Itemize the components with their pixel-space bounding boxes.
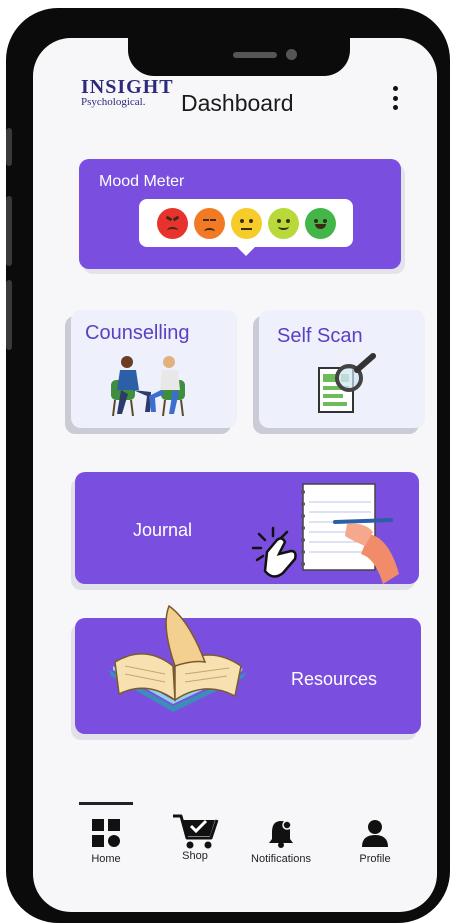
resources-card[interactable]: Resources: [75, 604, 421, 734]
neutral-face-icon[interactable]: [230, 207, 262, 239]
home-grid-icon: [92, 819, 120, 847]
volume-up-button: [6, 196, 12, 266]
phone-frame: INSIGHT Psychological. Dashboard Mood Me…: [6, 8, 450, 923]
nav-notifications-label: Notifications: [251, 853, 311, 865]
journal-writing-illustration: [251, 483, 399, 584]
content-face-icon[interactable]: [267, 207, 299, 239]
nav-shop-label: Shop: [182, 850, 208, 862]
resources-label: Resources: [291, 669, 378, 689]
speaker: [233, 52, 277, 58]
nav-notifications[interactable]: Notifications: [241, 818, 321, 865]
more-vertical-icon[interactable]: [389, 86, 401, 110]
counselling-illustration: [111, 356, 185, 417]
nav-profile-label: Profile: [359, 853, 391, 865]
counselling-label: Counselling: [85, 322, 190, 344]
annoyed-face-icon[interactable]: [193, 207, 225, 239]
journal-label: Journal: [133, 520, 193, 540]
angry-face-icon[interactable]: [156, 207, 188, 239]
nav-home-label: Home: [91, 853, 121, 865]
mute-switch: [6, 128, 12, 166]
volume-down-button: [6, 280, 12, 350]
bottom-navigation: Home Shop Notifications Profile: [33, 788, 437, 888]
app-screen: INSIGHT Psychological. Dashboard Mood Me…: [33, 38, 437, 912]
happy-face-icon[interactable]: [304, 207, 336, 239]
counselling-tile[interactable]: Counselling: [71, 310, 237, 428]
scan-document-icon: [318, 353, 376, 413]
nav-shop[interactable]: Shop: [155, 810, 235, 862]
notch: [128, 38, 350, 76]
active-tab-indicator: [79, 802, 133, 805]
mood-meter-card[interactable]: Mood Meter: [79, 159, 401, 269]
nav-profile[interactable]: Profile: [335, 818, 415, 865]
camera: [286, 49, 297, 60]
open-book-illustration: [109, 604, 247, 712]
mood-selector: [139, 199, 353, 256]
self-scan-tile[interactable]: Self Scan: [259, 310, 425, 428]
insight-logo[interactable]: INSIGHT Psychological.: [81, 76, 174, 108]
bell-icon: [269, 820, 293, 848]
mood-meter-title: Mood Meter: [99, 173, 185, 190]
shopping-cart-icon: [173, 814, 219, 849]
page-title: Dashboard: [181, 90, 294, 116]
journal-card[interactable]: Journal: [75, 472, 419, 584]
user-icon: [362, 820, 388, 847]
nav-home[interactable]: Home: [66, 818, 146, 865]
self-scan-label: Self Scan: [277, 325, 363, 347]
